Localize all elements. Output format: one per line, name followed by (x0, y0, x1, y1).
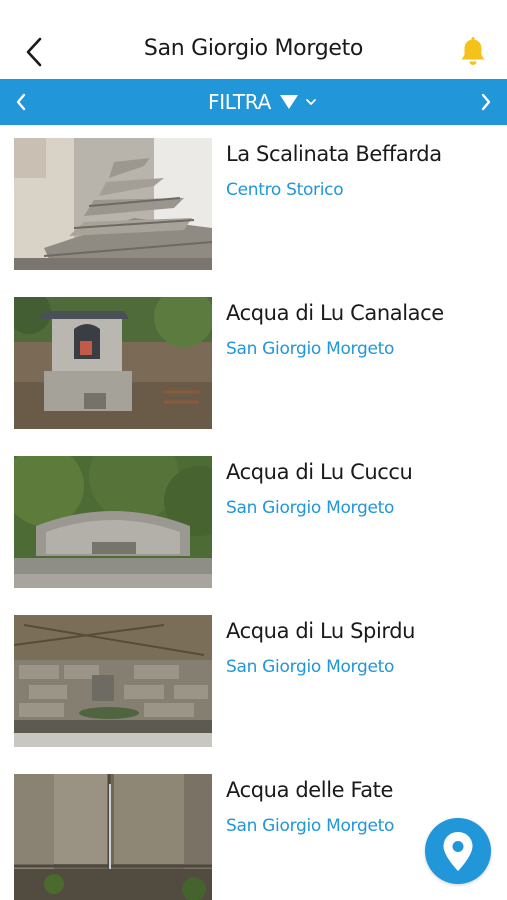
map-pin-icon (443, 832, 473, 871)
place-title: Acqua delle Fate (226, 778, 394, 802)
chevron-left-icon (26, 37, 42, 67)
filter-label: FILTRA (208, 90, 271, 114)
place-photo (14, 774, 212, 900)
place-photo (14, 615, 212, 747)
chevron-right-icon (481, 93, 491, 111)
place-photo (14, 297, 212, 429)
place-location: Centro Storico (226, 180, 344, 200)
place-location: San Giorgio Morgeto (226, 339, 395, 359)
next-button[interactable] (471, 87, 501, 117)
map-button[interactable] (425, 818, 491, 884)
place-photo (14, 138, 212, 270)
list-item[interactable]: Acqua di Lu Spirdu San Giorgio Morgeto (0, 602, 507, 747)
funnel-icon (279, 95, 298, 109)
filter-button[interactable]: FILTRA (200, 87, 330, 117)
previous-button[interactable] (6, 87, 36, 117)
bell-icon (461, 37, 485, 65)
place-title: Acqua di Lu Cuccu (226, 460, 413, 484)
place-location: San Giorgio Morgeto (226, 657, 395, 677)
place-photo (14, 456, 212, 588)
place-list: La Scalinata Beffarda Centro Storico Acq… (0, 125, 507, 900)
place-title: Acqua di Lu Spirdu (226, 619, 416, 643)
place-title: La Scalinata Beffarda (226, 142, 442, 166)
notifications-button[interactable] (456, 34, 490, 70)
place-location: San Giorgio Morgeto (226, 816, 395, 836)
place-title: Acqua di Lu Canalace (226, 301, 444, 325)
list-item[interactable]: La Scalinata Beffarda Centro Storico (0, 125, 507, 270)
back-button[interactable] (18, 34, 52, 70)
chevron-left-icon (16, 93, 26, 111)
list-item[interactable]: Acqua di Lu Canalace San Giorgio Morgeto (0, 284, 507, 429)
list-item[interactable]: Acqua di Lu Cuccu San Giorgio Morgeto (0, 443, 507, 588)
app-header: San Giorgio Morgeto (0, 0, 507, 79)
filter-bar: FILTRA (0, 79, 507, 125)
page-title: San Giorgio Morgeto (143, 36, 364, 61)
chevron-down-icon (306, 99, 316, 105)
place-location: San Giorgio Morgeto (226, 498, 395, 518)
